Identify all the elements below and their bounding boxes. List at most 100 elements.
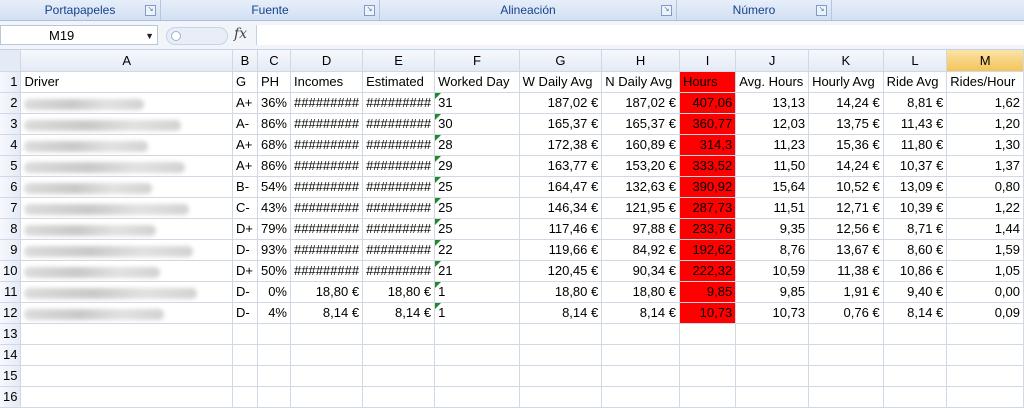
table-cell[interactable]: 1,20 xyxy=(946,113,1024,135)
table-cell[interactable]: 9,40 € xyxy=(883,281,948,303)
table-cell[interactable]: A- xyxy=(232,113,258,135)
empty-cell[interactable] xyxy=(808,323,884,345)
table-cell[interactable]: 50% xyxy=(257,260,292,282)
table-cell[interactable]: 8,14 € xyxy=(519,302,603,324)
row-header[interactable]: 13 xyxy=(0,323,22,345)
table-cell[interactable]: ######### xyxy=(362,176,436,198)
table-cell[interactable]: C- xyxy=(232,197,258,219)
table-cell[interactable]: 9,85 xyxy=(679,281,737,303)
table-cell[interactable]: 10,37 € xyxy=(883,155,948,177)
header-cell[interactable]: Avg. Hours xyxy=(735,71,810,93)
table-cell[interactable]: 407,06 xyxy=(679,92,737,114)
table-cell[interactable]: 10,73 xyxy=(679,302,737,324)
driver-name-cell[interactable] xyxy=(20,92,234,114)
select-all-corner[interactable] xyxy=(0,50,22,72)
empty-cell[interactable] xyxy=(735,386,810,408)
empty-cell[interactable] xyxy=(883,323,948,345)
table-cell[interactable]: 10,73 xyxy=(735,302,810,324)
header-cell[interactable]: Ride Avg xyxy=(883,71,948,93)
table-cell[interactable]: 1,37 xyxy=(946,155,1024,177)
row-header[interactable]: 10 xyxy=(0,260,22,282)
table-cell[interactable]: 1,30 xyxy=(946,134,1024,156)
header-cell[interactable]: Hourly Avg xyxy=(808,71,884,93)
table-cell[interactable]: 192,62 xyxy=(679,239,737,261)
empty-cell[interactable] xyxy=(290,344,364,366)
name-box[interactable]: M19 ▼ xyxy=(0,25,158,45)
header-cell[interactable]: Hours xyxy=(679,71,737,93)
column-header-l[interactable]: L xyxy=(883,50,948,72)
table-cell[interactable]: 132,63 € xyxy=(601,176,680,198)
header-cell[interactable]: G xyxy=(232,71,258,93)
column-header-e[interactable]: E xyxy=(362,50,436,72)
empty-cell[interactable] xyxy=(735,344,810,366)
table-cell[interactable]: D+ xyxy=(232,260,258,282)
table-cell[interactable]: 29 xyxy=(434,155,520,177)
table-cell[interactable]: 0,76 € xyxy=(808,302,884,324)
table-cell[interactable]: 1 xyxy=(434,302,520,324)
insert-function-icon[interactable]: fx xyxy=(234,26,247,42)
table-cell[interactable]: A+ xyxy=(232,155,258,177)
column-header-j[interactable]: J xyxy=(735,50,810,72)
empty-cell[interactable] xyxy=(232,365,258,387)
empty-cell[interactable] xyxy=(257,323,292,345)
table-cell[interactable]: 8,14 € xyxy=(290,302,364,324)
table-cell[interactable]: 1,59 xyxy=(946,239,1024,261)
table-cell[interactable]: 43% xyxy=(257,197,292,219)
table-cell[interactable]: 15,36 € xyxy=(808,134,884,156)
table-cell[interactable]: 121,95 € xyxy=(601,197,680,219)
table-cell[interactable]: 12,71 € xyxy=(808,197,884,219)
table-cell[interactable]: 10,59 xyxy=(735,260,810,282)
table-cell[interactable]: 1 xyxy=(434,281,520,303)
table-cell[interactable]: 22 xyxy=(434,239,520,261)
empty-cell[interactable] xyxy=(679,365,737,387)
table-cell[interactable]: 30 xyxy=(434,113,520,135)
table-cell[interactable]: 120,45 € xyxy=(519,260,603,282)
row-header[interactable]: 8 xyxy=(0,218,22,240)
dialog-launcher-icon[interactable]: ↘ xyxy=(145,5,156,16)
table-cell[interactable]: 160,89 € xyxy=(601,134,680,156)
table-cell[interactable]: 165,37 € xyxy=(601,113,680,135)
table-cell[interactable]: 187,02 € xyxy=(601,92,680,114)
row-header[interactable]: 14 xyxy=(0,344,22,366)
empty-cell[interactable] xyxy=(434,323,520,345)
driver-name-cell[interactable] xyxy=(20,302,234,324)
header-cell[interactable]: Driver xyxy=(20,71,234,93)
empty-cell[interactable] xyxy=(519,386,603,408)
empty-cell[interactable] xyxy=(735,365,810,387)
row-header[interactable]: 1 xyxy=(0,71,22,93)
empty-cell[interactable] xyxy=(362,386,436,408)
table-cell[interactable]: A+ xyxy=(232,92,258,114)
dialog-launcher-icon[interactable]: ↘ xyxy=(661,5,672,16)
table-cell[interactable]: 13,75 € xyxy=(808,113,884,135)
empty-cell[interactable] xyxy=(434,386,520,408)
table-cell[interactable]: 68% xyxy=(257,134,292,156)
table-cell[interactable]: ######### xyxy=(290,134,364,156)
table-cell[interactable]: 146,34 € xyxy=(519,197,603,219)
header-cell[interactable]: Incomes xyxy=(290,71,364,93)
empty-cell[interactable] xyxy=(946,344,1024,366)
table-cell[interactable]: 1,62 xyxy=(946,92,1024,114)
table-cell[interactable]: 153,20 € xyxy=(601,155,680,177)
table-cell[interactable]: D- xyxy=(232,281,258,303)
row-header[interactable]: 11 xyxy=(0,281,22,303)
table-cell[interactable]: 119,66 € xyxy=(519,239,603,261)
row-header[interactable]: 12 xyxy=(0,302,22,324)
table-cell[interactable]: 18,80 € xyxy=(362,281,436,303)
table-cell[interactable]: 11,43 € xyxy=(883,113,948,135)
empty-cell[interactable] xyxy=(735,323,810,345)
row-header[interactable]: 6 xyxy=(0,176,22,198)
table-cell[interactable]: ######### xyxy=(290,260,364,282)
header-cell[interactable]: N Daily Avg xyxy=(601,71,680,93)
driver-name-cell[interactable] xyxy=(20,218,234,240)
table-cell[interactable]: 233,76 xyxy=(679,218,737,240)
table-cell[interactable]: 18,80 € xyxy=(601,281,680,303)
table-cell[interactable]: 163,77 € xyxy=(519,155,603,177)
table-cell[interactable]: 314,3 xyxy=(679,134,737,156)
table-cell[interactable]: 28 xyxy=(434,134,520,156)
column-header-f[interactable]: F xyxy=(434,50,520,72)
empty-cell[interactable] xyxy=(679,323,737,345)
table-cell[interactable]: ######### xyxy=(290,197,364,219)
empty-cell[interactable] xyxy=(232,344,258,366)
row-header[interactable]: 2 xyxy=(0,92,22,114)
table-cell[interactable]: ######### xyxy=(290,218,364,240)
